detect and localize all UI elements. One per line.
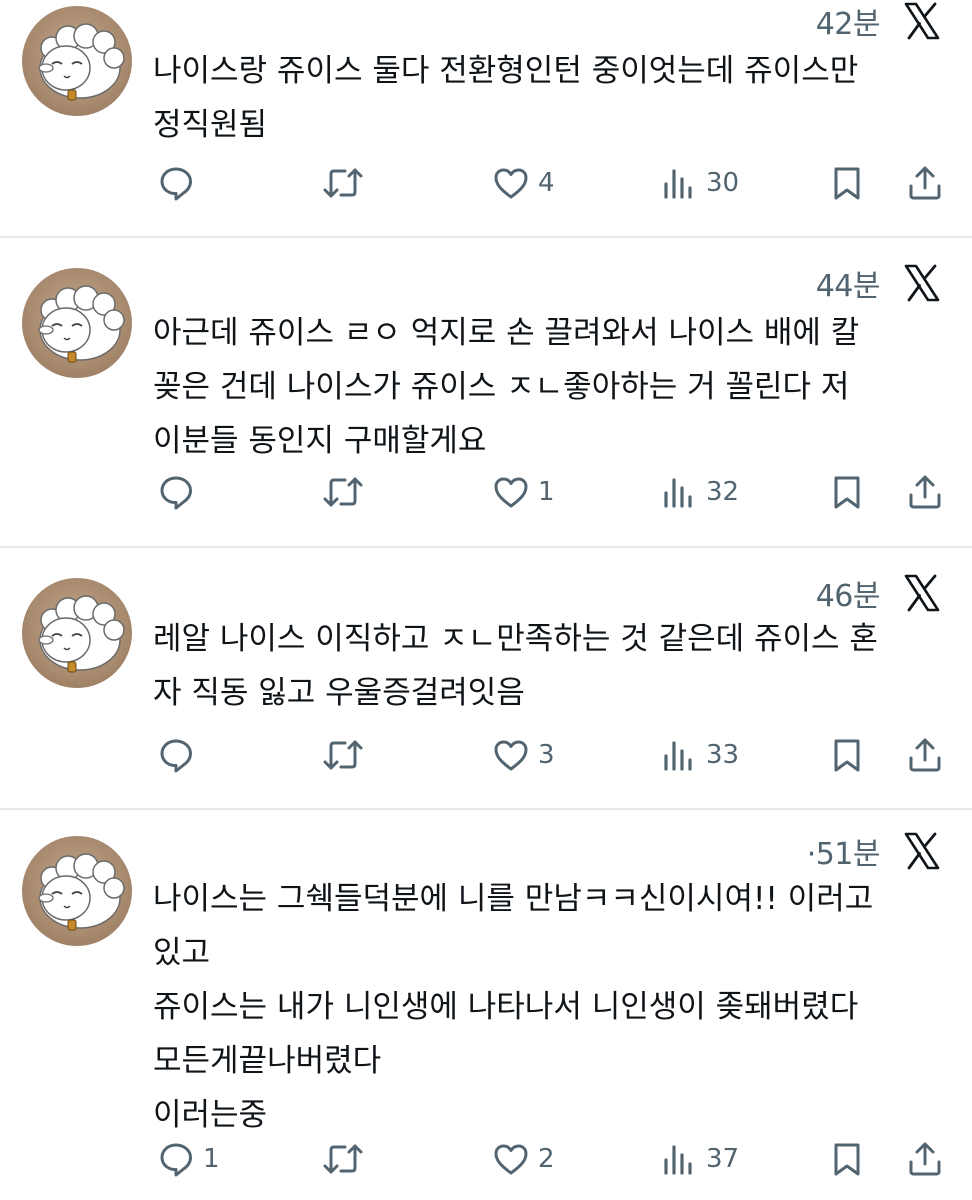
views-count: 30 — [706, 168, 740, 198]
retweet-button[interactable] — [322, 470, 372, 514]
share-button[interactable] — [906, 1137, 944, 1181]
sheep-avatar-icon — [38, 23, 125, 101]
views-icon — [664, 169, 692, 199]
reply-icon — [160, 739, 192, 773]
sheep-avatar-icon — [38, 853, 125, 931]
sheep-avatar-icon — [38, 595, 125, 673]
retweet-button[interactable] — [322, 733, 372, 777]
reply-button[interactable] — [157, 733, 203, 777]
bookmark-icon — [834, 739, 860, 772]
tweet-text: 레알 나이스 이직하고 ㅈㄴ만족하는 것 같은데 쥬이스 혼 자 직동 잃고 우… — [153, 621, 878, 711]
like-count: 4 — [538, 168, 555, 198]
tweet-text: 아근데 쥬이스 ㄹㅇ 억지로 손 끌려와서 나이스 배에 칼 꽂은 건데 나이스… — [153, 315, 860, 459]
like-count: 1 — [538, 477, 555, 507]
heart-icon — [494, 477, 528, 508]
retweet-button[interactable] — [322, 1137, 372, 1181]
share-button[interactable] — [906, 161, 944, 205]
reply-count: 1 — [203, 1144, 220, 1174]
tweet-actions: 4 30 — [0, 161, 972, 205]
share-button[interactable] — [906, 733, 944, 777]
share-icon — [909, 1142, 941, 1176]
tweet-divider — [0, 236, 972, 238]
views-button[interactable]: 32 — [660, 470, 739, 514]
bookmark-button[interactable] — [828, 733, 866, 777]
timestamp[interactable]: 42분 — [816, 0, 881, 43]
retweet-button[interactable] — [322, 161, 372, 205]
heart-icon — [494, 740, 528, 771]
views-icon — [664, 1145, 692, 1175]
bookmark-button[interactable] — [828, 1137, 866, 1181]
x-logo-icon — [904, 832, 940, 870]
retweet-icon — [323, 1144, 363, 1174]
x-logo-icon — [904, 574, 940, 612]
bookmark-button[interactable] — [828, 470, 866, 514]
share-icon — [909, 475, 941, 509]
bookmark-icon — [834, 476, 860, 509]
views-icon — [664, 741, 692, 771]
avatar[interactable] — [22, 578, 132, 688]
share-icon — [909, 738, 941, 772]
like-button[interactable]: 4 — [492, 161, 555, 205]
avatar[interactable] — [22, 6, 132, 116]
reply-button[interactable] — [157, 161, 203, 205]
tweet-meta: 42분 — [816, 0, 942, 46]
like-button[interactable]: 2 — [492, 1137, 555, 1181]
reply-icon — [160, 476, 192, 510]
reply-button[interactable]: 1 — [157, 1137, 220, 1181]
reply-button[interactable] — [157, 470, 203, 514]
x-logo-icon — [904, 2, 940, 40]
reply-icon — [160, 167, 192, 201]
tweet-meta: 44분 — [816, 258, 942, 308]
sheep-avatar-icon — [38, 285, 125, 363]
views-button[interactable]: 37 — [660, 1137, 739, 1181]
tweet-actions: 1 32 — [0, 470, 972, 514]
views-icon — [664, 478, 692, 508]
retweet-icon — [323, 477, 363, 507]
tweet-meta: 46분 — [816, 568, 942, 618]
bookmark-button[interactable] — [828, 161, 866, 205]
like-count: 2 — [538, 1144, 555, 1174]
heart-icon — [494, 168, 528, 199]
share-icon — [909, 166, 941, 200]
views-count: 37 — [706, 1144, 740, 1174]
share-button[interactable] — [906, 470, 944, 514]
tweet-divider — [0, 546, 972, 548]
tweet-meta: ·51분 — [807, 826, 942, 876]
views-button[interactable]: 30 — [660, 161, 739, 205]
like-button[interactable]: 1 — [492, 470, 555, 514]
views-button[interactable]: 33 — [660, 733, 739, 777]
x-logo-icon — [904, 264, 940, 302]
views-count: 33 — [706, 740, 740, 770]
timestamp[interactable]: ·51분 — [807, 829, 881, 873]
retweet-icon — [323, 740, 363, 770]
tweet-actions: 1 2 37 — [0, 1137, 972, 1181]
bookmark-icon — [834, 1143, 860, 1176]
bookmark-icon — [834, 167, 860, 200]
like-button[interactable]: 3 — [492, 733, 555, 777]
avatar[interactable] — [22, 836, 132, 946]
heart-icon — [494, 1144, 528, 1175]
like-count: 3 — [538, 740, 555, 770]
tweet-actions: 3 33 — [0, 733, 972, 777]
tweet-divider — [0, 808, 972, 810]
avatar[interactable] — [22, 268, 132, 378]
timestamp[interactable]: 46분 — [816, 571, 881, 615]
tweet-text: 나이스는 그쉑들덕분에 니를 만남ㅋㅋ신이시여!! 이러고 있고 쥬이스는 내가… — [153, 881, 874, 1133]
retweet-icon — [323, 168, 363, 198]
tweet-text: 나이스랑 쥬이스 둘다 전환형인턴 중이엇는데 쥬이스만 정직원됨 — [153, 53, 859, 143]
timestamp[interactable]: 44분 — [816, 261, 881, 305]
reply-icon — [160, 1143, 192, 1177]
views-count: 32 — [706, 477, 740, 507]
